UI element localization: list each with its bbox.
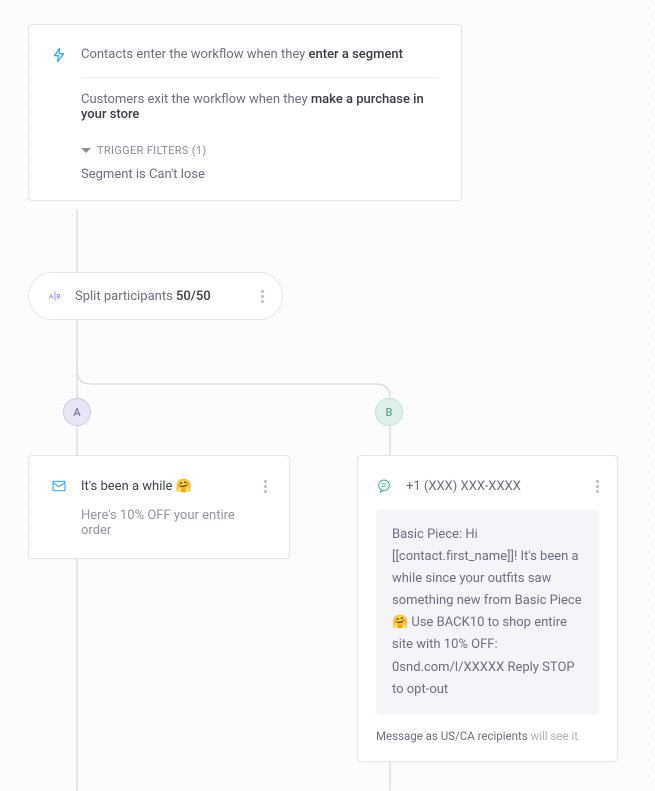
ab-split-icon: A B bbox=[47, 288, 63, 304]
trigger-filter-item: Segment is Can't lose bbox=[51, 167, 439, 182]
sms-body: Basic Piece: Hi [[contact.first_name]]! … bbox=[376, 510, 599, 715]
branch-badge-b: B bbox=[375, 398, 403, 426]
trigger-filters-label: TRIGGER FILTERS (1) bbox=[97, 144, 207, 157]
svg-text:B: B bbox=[56, 294, 61, 301]
lightning-icon bbox=[51, 47, 67, 63]
email-node[interactable]: It's been a while 🤗 Here's 10% OFF your … bbox=[28, 455, 290, 559]
chevron-down-icon bbox=[81, 148, 91, 153]
sms-from-number: +1 (XXX) XXX-XXXX bbox=[406, 479, 582, 494]
email-preview: Here's 10% OFF your entire order bbox=[51, 508, 267, 538]
trigger-card[interactable]: Contacts enter the workflow when they en… bbox=[28, 24, 462, 201]
split-more-menu[interactable] bbox=[261, 290, 264, 303]
branch-badge-a: A bbox=[63, 398, 91, 426]
sms-footer: Message as US/CA recipients will see it bbox=[376, 729, 599, 743]
trigger-filters-toggle[interactable]: TRIGGER FILTERS (1) bbox=[51, 144, 439, 157]
split-label: Split participants 50/50 bbox=[75, 289, 249, 304]
sms-icon bbox=[376, 478, 392, 494]
sms-more-menu[interactable] bbox=[596, 480, 599, 493]
email-subject: It's been a while 🤗 bbox=[81, 479, 250, 494]
split-node[interactable]: A B Split participants 50/50 bbox=[28, 272, 283, 320]
trigger-exit-text: Customers exit the workflow when they ma… bbox=[81, 77, 439, 122]
trigger-enter-text: Contacts enter the workflow when they en… bbox=[81, 47, 403, 62]
email-more-menu[interactable] bbox=[264, 480, 267, 493]
sms-node[interactable]: +1 (XXX) XXX-XXXX Basic Piece: Hi [[cont… bbox=[357, 455, 618, 762]
mail-icon bbox=[51, 478, 67, 494]
svg-text:A: A bbox=[49, 294, 54, 301]
